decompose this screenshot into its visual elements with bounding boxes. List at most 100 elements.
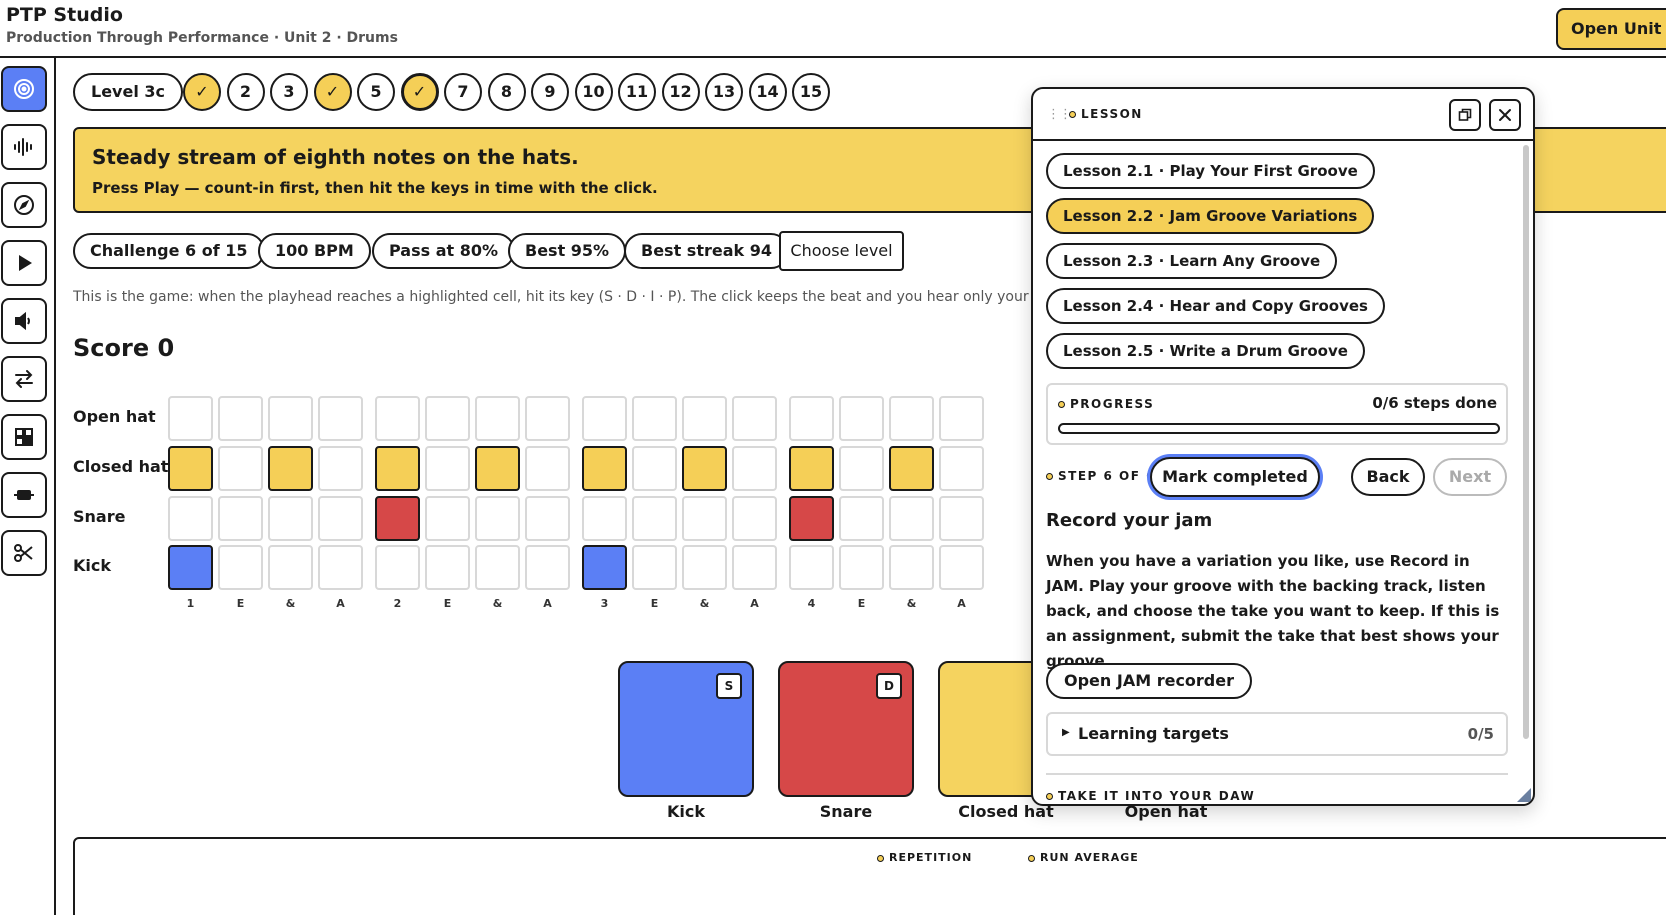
lesson-item-4[interactable]: Lesson 2.4 · Hear and Copy Grooves [1046,288,1385,324]
grid-cell[interactable] [889,446,934,491]
grid-cell[interactable] [168,545,213,590]
grid-cell[interactable] [582,496,627,541]
grid-cell[interactable] [682,496,727,541]
lesson-panel-header[interactable]: ⋮⋮ LESSON [1033,89,1533,141]
mark-completed-button[interactable]: Mark completed [1150,457,1320,497]
choose-level-button[interactable]: Choose level [779,231,904,271]
grid-cell[interactable] [939,496,984,541]
level-step-8[interactable]: 8 [487,73,526,111]
next-button[interactable]: Next [1433,458,1507,496]
grid-cell[interactable] [375,396,420,441]
back-button[interactable]: Back [1351,458,1425,496]
grid-cell[interactable] [525,545,570,590]
level-step-2[interactable]: 2 [226,73,265,111]
level-step-9[interactable]: 9 [531,73,569,111]
grid-cell[interactable] [839,496,884,541]
grid-cell[interactable] [168,396,213,441]
grid-cell[interactable] [789,446,834,491]
rail-button-compass[interactable] [1,182,47,228]
grid-cell[interactable] [268,545,313,590]
grid-cell[interactable] [525,396,570,441]
grid-cell[interactable] [218,396,263,441]
grid-cell[interactable] [318,496,363,541]
level-step-3[interactable]: 3 [270,73,308,111]
level-badge[interactable]: Level 3c [73,73,183,111]
level-step-15[interactable]: 15 [792,73,830,111]
grid-cell[interactable] [525,446,570,491]
level-step-4[interactable]: ✓ [313,73,352,111]
open-unit-button[interactable]: Open Unit L [1556,8,1666,50]
grid-cell[interactable] [789,496,834,541]
grid-cell[interactable] [218,545,263,590]
grid-cell[interactable] [425,446,470,491]
grid-cell[interactable] [632,496,677,541]
grid-cell[interactable] [732,396,777,441]
level-step-7[interactable]: 7 [444,73,482,111]
rail-button-scissors[interactable] [1,530,47,576]
level-step-12[interactable]: 12 [661,73,700,111]
grid-cell[interactable] [475,396,520,441]
grid-cell[interactable] [889,496,934,541]
grid-cell[interactable] [632,396,677,441]
pad-snare[interactable]: D [778,661,914,797]
pad-kick[interactable]: S [618,661,754,797]
grid-cell[interactable] [425,496,470,541]
rail-button-speaker[interactable] [1,298,47,344]
grid-cell[interactable] [889,396,934,441]
grid-cell[interactable] [789,545,834,590]
grid-cell[interactable] [475,446,520,491]
grid-cell[interactable] [268,446,313,491]
grid-cell[interactable] [218,496,263,541]
grid-cell[interactable] [475,545,520,590]
level-step-13[interactable]: 13 [705,73,743,111]
grid-cell[interactable] [582,396,627,441]
drag-handle-icon[interactable]: ⋮⋮ [1047,107,1072,122]
grid-cell[interactable] [318,396,363,441]
grid-cell[interactable] [682,446,727,491]
level-step-14[interactable]: 14 [748,73,787,111]
grid-cell[interactable] [682,545,727,590]
grid-cell[interactable] [939,446,984,491]
lesson-item-2[interactable]: Lesson 2.2 · Jam Groove Variations [1046,198,1375,234]
resize-grip-icon[interactable] [1517,788,1531,802]
close-button[interactable] [1489,99,1521,131]
grid-cell[interactable] [582,545,627,590]
grid-cell[interactable] [889,545,934,590]
lesson-item-5[interactable]: Lesson 2.5 · Write a Drum Groove [1046,333,1365,369]
grid-cell[interactable] [475,496,520,541]
grid-cell[interactable] [375,446,420,491]
grid-cell[interactable] [732,545,777,590]
grid-cell[interactable] [268,396,313,441]
grid-cell[interactable] [682,396,727,441]
grid-cell[interactable] [789,396,834,441]
grid-cell[interactable] [375,545,420,590]
lesson-item-1[interactable]: Lesson 2.1 · Play Your First Groove [1046,153,1375,189]
grid-cell[interactable] [582,446,627,491]
grid-cell[interactable] [168,496,213,541]
grid-cell[interactable] [268,496,313,541]
level-step-1[interactable]: ✓ [183,73,221,111]
rail-button-waveform[interactable] [1,124,47,170]
grid-cell[interactable] [839,446,884,491]
grid-cell[interactable] [525,496,570,541]
level-step-11[interactable]: 11 [618,73,656,111]
grid-cell[interactable] [318,545,363,590]
lesson-item-3[interactable]: Lesson 2.3 · Learn Any Groove [1046,243,1338,279]
rail-button-connector[interactable] [1,472,47,518]
grid-cell[interactable] [939,396,984,441]
grid-cell[interactable] [732,496,777,541]
grid-cell[interactable] [318,446,363,491]
learning-targets-toggle[interactable]: ▶ Learning targets 0/5 [1046,712,1508,756]
open-jam-recorder-button[interactable]: Open JAM recorder [1046,663,1252,699]
level-step-6[interactable]: ✓ [400,73,439,111]
grid-cell[interactable] [839,545,884,590]
grid-cell[interactable] [839,396,884,441]
popout-button[interactable] [1449,99,1481,131]
grid-cell[interactable] [732,446,777,491]
grid-cell[interactable] [632,545,677,590]
rail-button-target[interactable] [1,66,47,112]
rail-button-play[interactable] [1,240,47,286]
level-step-5[interactable]: 5 [357,73,395,111]
grid-cell[interactable] [939,545,984,590]
rail-button-grid[interactable] [1,414,47,460]
